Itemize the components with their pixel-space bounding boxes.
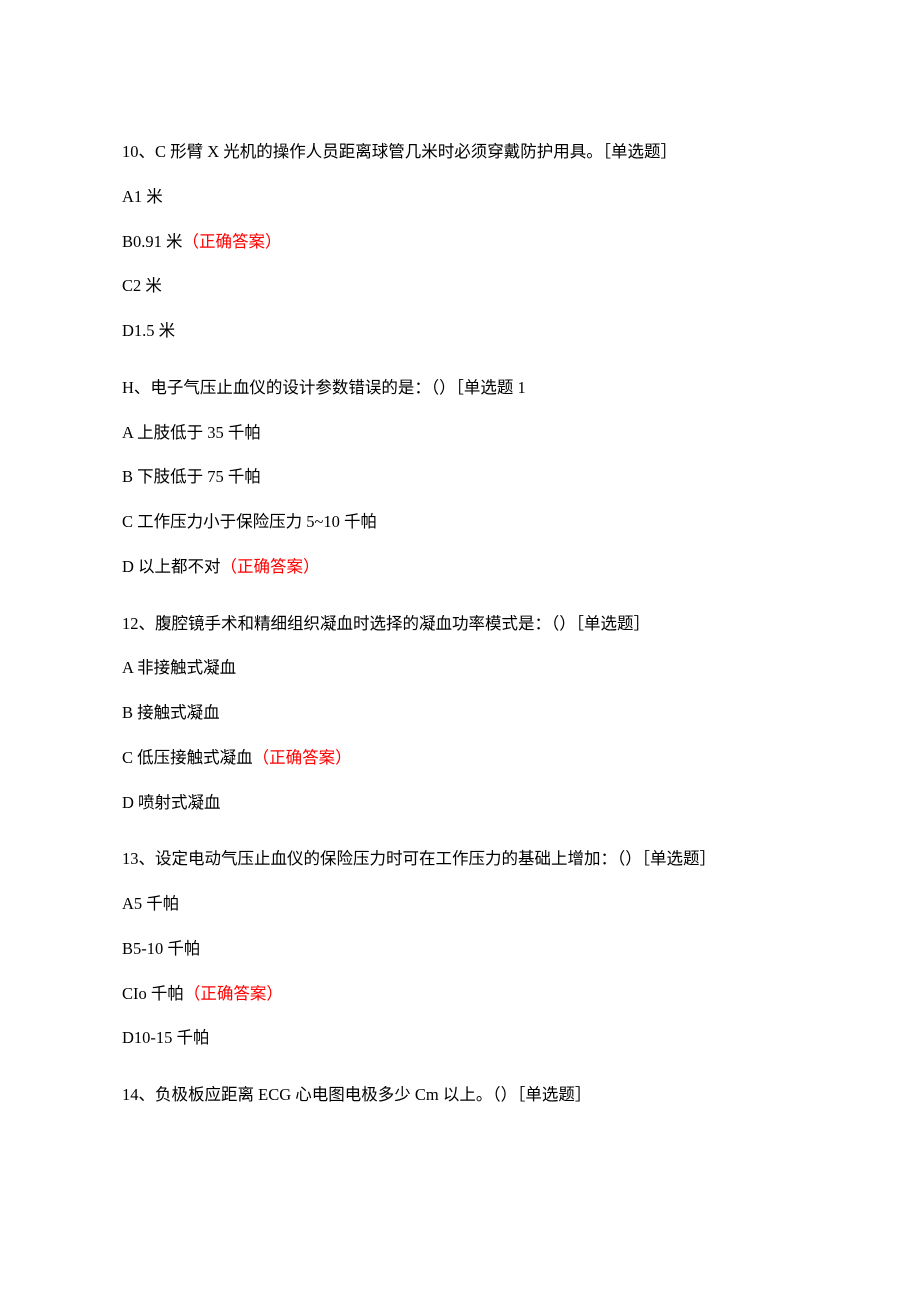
document-page: 10、C 形臂 X 光机的操作人员距离球管几米时必须穿戴防护用具。［单选题］ A… [0,0,920,1302]
option-a: A 上肢低于 35 千帕 [122,421,798,446]
option-text: A 非接触式凝血 [122,658,236,677]
option-text: B 接触式凝血 [122,703,220,722]
option-text: C 工作压力小于保险压力 5~10 千帕 [122,512,377,531]
option-text: D1.5 米 [122,321,175,340]
question-stem: 13、设定电动气压止血仪的保险压力时可在工作压力的基础上增加：（）［单选题］ [122,847,798,872]
correct-answer-label: （正确答案） [183,232,282,251]
option-a: A1 米 [122,185,798,210]
option-a: A 非接触式凝血 [122,656,798,681]
option-text: B5-10 千帕 [122,939,200,958]
option-d: D1.5 米 [122,319,798,344]
option-text: D 喷射式凝血 [122,793,221,812]
question-h: H、电子气压止血仪的设计参数错误的是：（）［单选题 1 A 上肢低于 35 千帕… [122,376,798,580]
question-stem: 10、C 形臂 X 光机的操作人员距离球管几米时必须穿戴防护用具。［单选题］ [122,140,798,165]
option-text: A5 千帕 [122,894,179,913]
question-stem: 12、腹腔镜手术和精细组织凝血时选择的凝血功率模式是：（）［单选题］ [122,612,798,637]
question-10: 10、C 形臂 X 光机的操作人员距离球管几米时必须穿戴防护用具。［单选题］ A… [122,140,798,344]
option-text: D 以上都不对 [122,557,221,576]
option-a: A5 千帕 [122,892,798,917]
option-d: D10-15 千帕 [122,1026,798,1051]
option-text: B 下肢低于 75 千帕 [122,467,261,486]
correct-answer-label: （正确答案） [221,557,320,576]
question-14: 14、负极板应距离 ECG 心电图电极多少 Cm 以上。（）［单选题］ [122,1083,798,1108]
question-12: 12、腹腔镜手术和精细组织凝血时选择的凝血功率模式是：（）［单选题］ A 非接触… [122,612,798,816]
option-text: B0.91 米 [122,232,183,251]
option-c: CIo 千帕（正确答案） [122,982,798,1007]
option-b: B 接触式凝血 [122,701,798,726]
option-text: A 上肢低于 35 千帕 [122,423,261,442]
question-stem: 14、负极板应距离 ECG 心电图电极多少 Cm 以上。（）［单选题］ [122,1083,798,1108]
option-c: C 工作压力小于保险压力 5~10 千帕 [122,510,798,535]
option-b: B5-10 千帕 [122,937,798,962]
option-b: B0.91 米（正确答案） [122,230,798,255]
option-text: D10-15 千帕 [122,1028,210,1047]
option-d: D 以上都不对（正确答案） [122,555,798,580]
option-c: C2 米 [122,274,798,299]
correct-answer-label: （正确答案） [253,748,352,767]
correct-answer-label: （正确答案） [184,984,283,1003]
option-b: B 下肢低于 75 千帕 [122,465,798,490]
option-text: C2 米 [122,276,162,295]
option-text: CIo 千帕 [122,984,184,1003]
question-stem: H、电子气压止血仪的设计参数错误的是：（）［单选题 1 [122,376,798,401]
question-13: 13、设定电动气压止血仪的保险压力时可在工作压力的基础上增加：（）［单选题］ A… [122,847,798,1051]
option-text: A1 米 [122,187,163,206]
option-c: C 低压接触式凝血（正确答案） [122,746,798,771]
option-d: D 喷射式凝血 [122,791,798,816]
option-text: C 低压接触式凝血 [122,748,253,767]
